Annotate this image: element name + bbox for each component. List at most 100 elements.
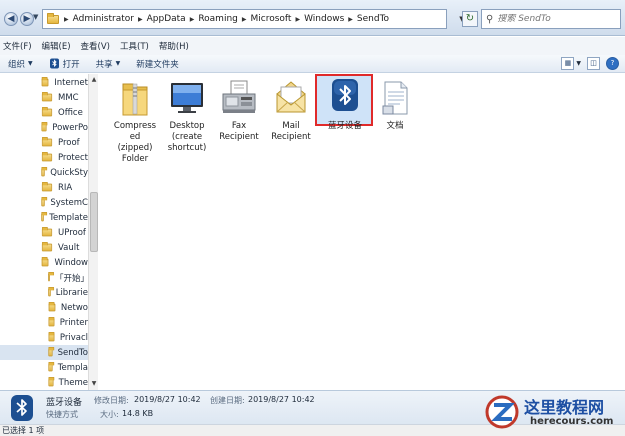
menu-help[interactable]: 帮助(H) xyxy=(159,40,189,52)
nav-tree-label: Office xyxy=(58,107,83,118)
nav-tree-label: Proof xyxy=(58,137,80,148)
refresh-button[interactable]: ↻ xyxy=(462,11,478,27)
folder-icon xyxy=(48,361,55,372)
command-bar: 组织 ▼ 打开 共享 ▼ 新建文件夹 ▦ ▼ ◫ ? xyxy=(0,55,625,73)
breadcrumb-item[interactable]: Microsoft xyxy=(251,14,292,24)
scroll-up-arrow[interactable]: ▲ xyxy=(90,76,98,84)
folder-icon xyxy=(48,316,55,327)
folder-icon xyxy=(41,121,48,132)
nav-tree-item[interactable]: Printer xyxy=(0,315,88,330)
nav-tree-item[interactable]: Privacl xyxy=(0,330,88,345)
search-input[interactable] xyxy=(497,14,608,24)
view-controls: ▦ ▼ ◫ ? xyxy=(555,57,619,70)
nav-tree-label: Privacl xyxy=(59,332,88,343)
back-button[interactable]: ◀ xyxy=(4,12,18,26)
file-name: Folder xyxy=(121,154,149,164)
nav-tree-item[interactable]: 「开始」 xyxy=(0,270,89,285)
chevron-right-icon[interactable]: ▶ xyxy=(138,16,143,23)
nav-tree-item[interactable]: Librarie xyxy=(0,285,88,300)
organize-button[interactable]: 组织 ▼ xyxy=(8,58,33,70)
nav-tree-item[interactable]: RIA xyxy=(0,180,88,195)
chevron-right-icon[interactable]: ▶ xyxy=(190,16,195,23)
folder-icon xyxy=(41,241,53,252)
breadcrumb-item[interactable]: AppData xyxy=(147,14,186,24)
recent-pages-dropdown[interactable]: ▼ xyxy=(33,13,38,21)
nav-tree-item[interactable]: Template xyxy=(0,210,88,225)
search-icon: ⚲ xyxy=(486,13,494,25)
nav-tree-item[interactable]: Templa xyxy=(0,360,88,375)
created-value: 2019/8/27 10:42 xyxy=(248,395,315,404)
bluetooth-small-icon xyxy=(49,58,59,69)
nav-tree-item[interactable]: SystemC xyxy=(0,195,88,210)
navigation-pane: Internet MMC Office PowerPo Proof Protect Quic… xyxy=(0,74,98,390)
share-button[interactable]: 共享 ▼ xyxy=(96,58,121,70)
menu-file[interactable]: 文件(F) xyxy=(3,40,32,52)
folder-icon xyxy=(41,166,48,177)
file-name: Fax xyxy=(231,121,247,131)
help-icon[interactable]: ? xyxy=(606,57,619,70)
address-bar-region: ◀ ▶ ▼ ▶ Administrator ▶ AppData ▶ Roamin… xyxy=(0,0,625,36)
nav-tree-item[interactable]: SendTo xyxy=(0,345,88,360)
nav-tree-item[interactable]: UProof xyxy=(0,225,88,240)
chevron-right-icon[interactable]: ▶ xyxy=(64,16,69,23)
file-item-compressed-folder[interactable]: Compress ed (zipped) Folder xyxy=(107,78,163,165)
breadcrumb-item[interactable]: Windows xyxy=(304,14,344,24)
breadcrumb-item[interactable]: SendTo xyxy=(357,14,389,24)
nav-tree-item[interactable]: Internet xyxy=(0,75,88,90)
menu-edit[interactable]: 编辑(E) xyxy=(42,40,71,52)
chevron-down-icon[interactable]: ▼ xyxy=(576,60,581,67)
folder-icon xyxy=(41,76,49,87)
chevron-right-icon[interactable]: ▶ xyxy=(242,16,247,23)
new-folder-button[interactable]: 新建文件夹 xyxy=(136,58,179,70)
desktop-icon xyxy=(165,78,209,118)
folder-icon xyxy=(41,136,53,147)
file-name: Compress xyxy=(113,121,157,131)
file-item-fax-recipient[interactable]: Fax Recipient xyxy=(211,78,267,143)
file-list: Compress ed (zipped) Folder Desktop (cre… xyxy=(99,74,625,390)
nav-tree-item[interactable]: Netwo xyxy=(0,300,88,315)
search-box[interactable]: ⚲ xyxy=(481,9,621,29)
menu-view[interactable]: 查看(V) xyxy=(81,40,110,52)
nav-tree-item[interactable]: Protect xyxy=(0,150,88,165)
chevron-right-icon[interactable]: ▶ xyxy=(295,16,300,23)
nav-tree-item[interactable]: Theme xyxy=(0,375,88,390)
nav-tree-item[interactable]: PowerPo xyxy=(0,120,88,135)
file-item-bluetooth-device[interactable]: 蓝牙设备 xyxy=(317,78,373,132)
file-item-documents[interactable]: 文档 xyxy=(367,78,423,132)
nav-tree-label: Librarie xyxy=(55,287,88,298)
preview-pane-icon[interactable]: ◫ xyxy=(587,57,600,70)
scrollbar-thumb[interactable] xyxy=(90,192,98,252)
file-item-desktop[interactable]: Desktop (create shortcut) xyxy=(159,78,215,154)
address-field[interactable]: ▶ Administrator ▶ AppData ▶ Roaming ▶ Mi… xyxy=(42,9,447,29)
nav-tree-label: QuickSty xyxy=(50,167,88,178)
navigation-scrollbar[interactable]: ▲ ▼ xyxy=(88,74,98,390)
site-watermark: 这里教程网 herecours.com xyxy=(480,388,625,436)
nav-tree-item[interactable]: Vault xyxy=(0,240,88,255)
forward-button[interactable]: ▶ xyxy=(20,12,34,26)
open-button[interactable]: 打开 xyxy=(49,58,80,70)
file-name: Mail xyxy=(282,121,300,131)
nav-tree-item[interactable]: MMC xyxy=(0,90,88,105)
nav-tree-item[interactable]: Office xyxy=(0,105,88,120)
nav-tree-label: PowerPo xyxy=(52,122,88,133)
nav-tree-item[interactable]: Window xyxy=(0,255,88,270)
breadcrumb-item[interactable]: Administrator xyxy=(73,14,134,24)
folder-icon xyxy=(41,151,53,162)
chevron-right-icon[interactable]: ▶ xyxy=(348,16,353,23)
folder-icon xyxy=(48,331,55,342)
nav-tree-label: Protect xyxy=(57,152,88,163)
folder-icon xyxy=(41,181,53,192)
menu-tools[interactable]: 工具(T) xyxy=(120,40,149,52)
change-view-icon[interactable]: ▦ xyxy=(561,57,575,70)
nav-tree-label: Vault xyxy=(58,242,80,253)
folder-icon xyxy=(41,256,49,267)
status-text: 已选择 1 项 xyxy=(2,426,45,435)
nav-tree-label: Theme xyxy=(58,377,88,388)
nav-tree-item[interactable]: QuickSty xyxy=(0,165,88,180)
nav-tree-item[interactable]: Proof xyxy=(0,135,88,150)
file-name: Desktop xyxy=(169,121,205,131)
breadcrumb-item[interactable]: Roaming xyxy=(198,14,238,24)
scroll-down-arrow[interactable]: ▼ xyxy=(90,380,98,388)
file-item-mail-recipient[interactable]: Mail Recipient xyxy=(263,78,319,143)
modified-value: 2019/8/27 10:42 xyxy=(134,395,201,404)
